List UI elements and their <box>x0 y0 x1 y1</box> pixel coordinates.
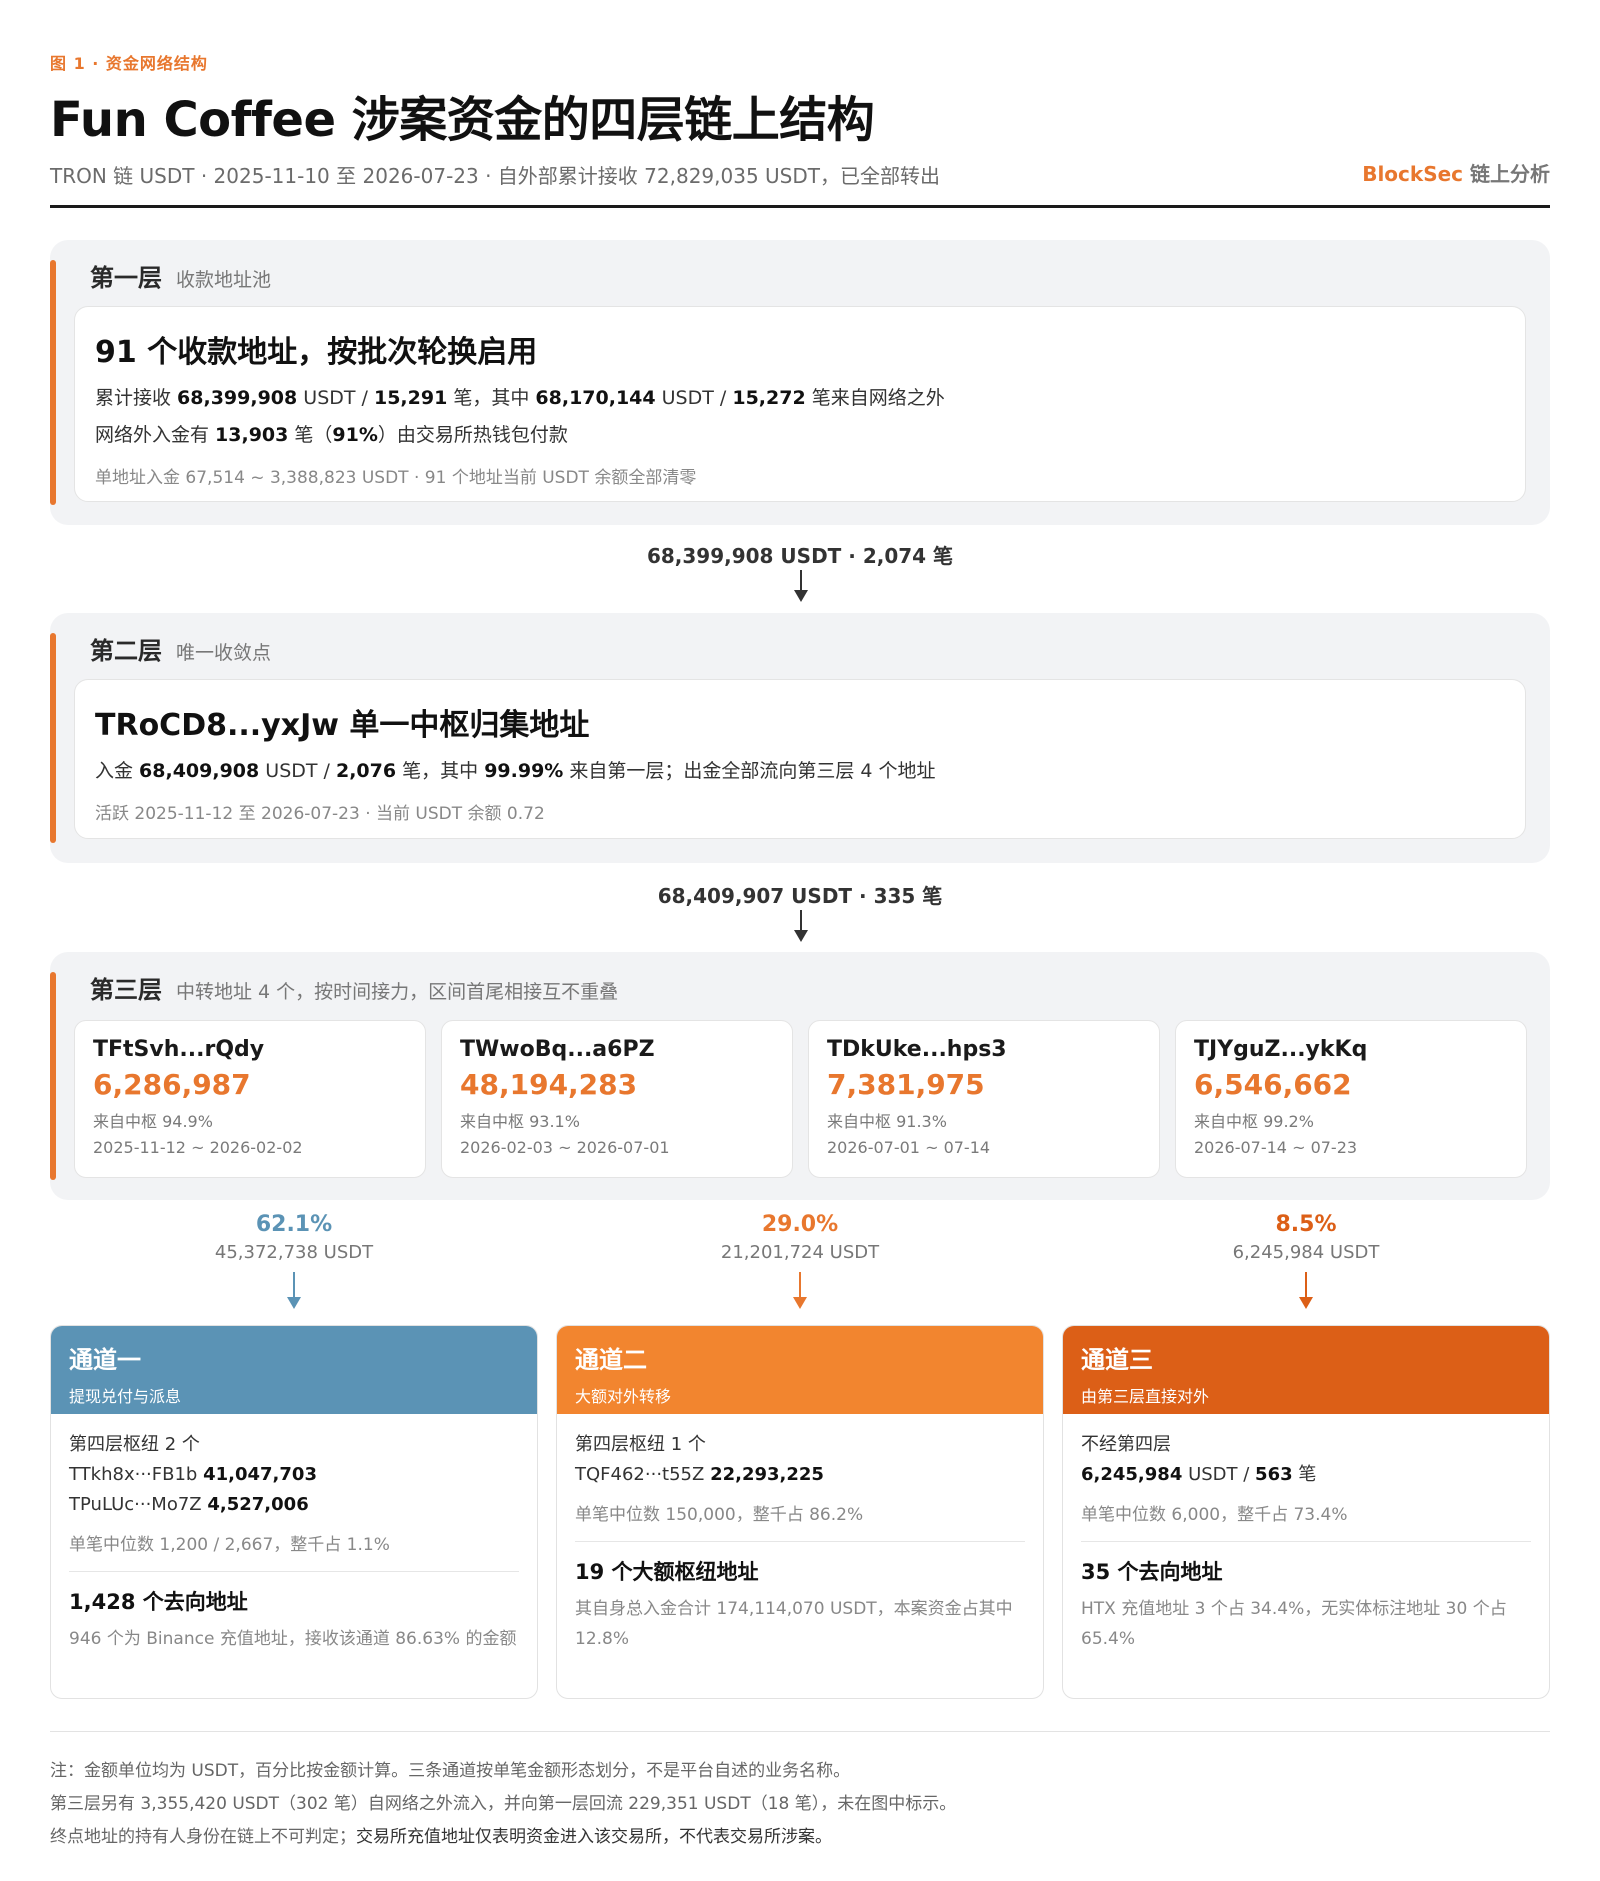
layer-2-panel: 第二层 唯一收敛点 TRoCD8...yxJw 单一中枢归集地址 入金 68,40… <box>50 613 1550 863</box>
split-1-amount: 45,372,738 USDT <box>214 1242 374 1263</box>
channel-1-destinations: 1,428 个去向地址 <box>69 1590 248 1614</box>
relay-period: 2026-02-03 ~ 2026-07-01 <box>460 1138 670 1157</box>
channel-1-desc: 946 个为 Binance 充值地址，接收该通道 86.63% 的金额 <box>69 1629 517 1649</box>
layer-1-line-2: 网络外入金有 13,903 笔（91%）由交易所热钱包付款 <box>95 424 568 446</box>
channel-3-desc: HTX 充值地址 3 个占 34.4%，无实体标注地址 30 个占 65.4% <box>1081 1599 1507 1649</box>
channel-1-hub-count: 第四层枢纽 2 个 <box>69 1434 200 1455</box>
layer-3-desc: 中转地址 4 个，按时间接力，区间首尾相接互不重叠 <box>176 981 619 1003</box>
layer-2-line-1: 入金 68,409,908 USDT / 2,076 笔，其中 99.99% 来… <box>95 760 936 782</box>
split-3-amount: 6,245,984 USDT <box>1232 1242 1380 1263</box>
note-2: 第三层另有 3,355,420 USDT（302 笔）自网络之外流入，并向第一层… <box>50 1794 957 1814</box>
page-title: Fun Coffee 涉案资金的四层链上结构 <box>50 92 875 148</box>
note-3: 终点地址的持有人身份在链上不可判定；交易所充值地址仅表明资金进入该交易所，不代表… <box>50 1827 832 1847</box>
channel-1-header: 通道一 提现兑付与派息 <box>51 1326 537 1414</box>
relay-amount: 6,286,987 <box>93 1068 251 1101</box>
split-2-percent: 29.0% <box>761 1212 839 1237</box>
channel-3-route: 不经第四层 <box>1081 1434 1171 1455</box>
channel-1-hub-row: TTkh8x···FB1b 41,047,703 <box>69 1464 317 1485</box>
relay-address: TWwoBq...a6PZ <box>460 1037 655 1062</box>
channel-2-hub-count: 第四层枢纽 1 个 <box>575 1434 706 1455</box>
channel-2-meta: 单笔中位数 150,000，整千占 86.2% <box>575 1505 864 1525</box>
channel-2-divider <box>575 1541 1025 1542</box>
relay-card: TJYguZ...ykKq 6,546,662 来自中枢 99.2% 2026-0… <box>1175 1020 1527 1178</box>
layer-2-meta: 活跃 2025-11-12 至 2026-07-23 · 当前 USDT 余额 … <box>95 804 545 824</box>
channel-2-hub-row: TQF462···t55Z 22,293,225 <box>575 1464 824 1485</box>
channel-2-desc: 其自身总入金合计 174,114,070 USDT，本案资金占其中 12.8% <box>575 1599 1013 1649</box>
page-subtitle: TRON 链 USDT · 2025-11-10 至 2026-07-23 · … <box>50 164 940 188</box>
layer-2-accent-bar <box>50 633 56 843</box>
brand-suffix: 链上分析 <box>1470 162 1550 186</box>
brand-name: BlockSec <box>1362 162 1464 186</box>
channel-3-card: 通道三 由第三层直接对外 不经第四层 6,245,984 USDT / 563 … <box>1062 1325 1550 1699</box>
channel-1-divider <box>69 1571 519 1572</box>
note-1: 注：金额单位均为 USDT，百分比按金额计算。三条通道按单笔金额形态划分，不是平… <box>50 1761 851 1781</box>
relay-amount: 7,381,975 <box>827 1068 985 1101</box>
relay-amount: 48,194,283 <box>460 1068 638 1101</box>
split-2-arrow <box>793 1272 807 1309</box>
relay-card: TWwoBq...a6PZ 48,194,283 来自中枢 93.1% 2026-… <box>441 1020 793 1178</box>
layer-1-meta: 单地址入金 67,514 ~ 3,388,823 USDT · 91 个地址当前… <box>95 468 697 488</box>
channel-3-divider <box>1081 1541 1531 1542</box>
relay-period: 2026-07-01 ~ 07-14 <box>827 1138 991 1157</box>
relay-amount: 6,546,662 <box>1194 1068 1352 1101</box>
channel-3-header: 通道三 由第三层直接对外 <box>1063 1326 1549 1414</box>
relay-address: TDkUke...hps3 <box>827 1037 1007 1062</box>
layer-1-card-title: 91 个收款地址，按批次轮换启用 <box>95 335 538 370</box>
channel-2-title: 通道二 <box>575 1346 647 1374</box>
channel-2-card: 通道二 大额对外转移 第四层枢纽 1 个 TQF462···t55Z 22,29… <box>556 1325 1044 1699</box>
channel-2-subtitle: 大额对外转移 <box>575 1387 672 1406</box>
channel-2-destinations: 19 个大额枢纽地址 <box>575 1560 759 1584</box>
relay-share: 来自中枢 93.1% <box>460 1112 580 1131</box>
figure-label: 图 1 · 资金网络结构 <box>50 54 208 73</box>
channel-3-subtitle: 由第三层直接对外 <box>1081 1387 1210 1406</box>
channel-3-title: 通道三 <box>1081 1346 1153 1374</box>
channel-1-meta: 单笔中位数 1,200 / 2,667，整千占 1.1% <box>69 1535 390 1555</box>
split-2-amount: 21,201,724 USDT <box>720 1242 880 1263</box>
layer-3-name: 第三层 <box>90 976 162 1004</box>
relay-share: 来自中枢 91.3% <box>827 1112 947 1131</box>
layer-2-card-title: TRoCD8...yxJw 单一中枢归集地址 <box>95 708 590 743</box>
split-3-arrow <box>1299 1272 1313 1309</box>
channel-3-total: 6,245,984 USDT / 563 笔 <box>1081 1464 1317 1485</box>
header-divider <box>50 205 1550 208</box>
split-1-percent: 62.1% <box>255 1212 333 1237</box>
channel-1-card: 通道一 提现兑付与派息 第四层枢纽 2 个 TTkh8x···FB1b 41,0… <box>50 1325 538 1699</box>
channel-1-hub-row: TPuLUc···Mo7Z 4,527,006 <box>69 1494 309 1515</box>
layer-1-name: 第一层 <box>90 264 162 292</box>
layer-1-accent-bar <box>50 260 56 505</box>
layer-2-desc: 唯一收敛点 <box>176 642 272 664</box>
layer-1-line-1: 累计接收 68,399,908 USDT / 15,291 笔，其中 68,17… <box>95 387 945 409</box>
layer-1-card: 91 个收款地址，按批次轮换启用 累计接收 68,399,908 USDT / … <box>74 306 1526 502</box>
layer-2-card: TRoCD8...yxJw 单一中枢归集地址 入金 68,409,908 USD… <box>74 679 1526 839</box>
channel-2-header: 通道二 大额对外转移 <box>557 1326 1043 1414</box>
relay-address: TFtSvh...rQdy <box>93 1037 265 1062</box>
split-1-arrow <box>287 1272 301 1309</box>
relay-period: 2025-11-12 ~ 2026-02-02 <box>93 1138 303 1157</box>
flow-arrow-2 <box>794 910 808 942</box>
brand-label: BlockSec 链上分析 <box>1362 158 1550 187</box>
channel-3-meta: 单笔中位数 6,000，整千占 73.4% <box>1081 1505 1348 1525</box>
flow-arrow-1 <box>794 570 808 602</box>
layer-3-accent-bar <box>50 972 56 1180</box>
layer-1-desc: 收款地址池 <box>176 269 272 291</box>
relay-share: 来自中枢 94.9% <box>93 1112 213 1131</box>
channel-1-title: 通道一 <box>69 1346 141 1374</box>
split-3-percent: 8.5% <box>1275 1212 1337 1237</box>
relay-period: 2026-07-14 ~ 07-23 <box>1194 1138 1358 1157</box>
channel-1-subtitle: 提现兑付与派息 <box>69 1387 182 1406</box>
layer-2-name: 第二层 <box>90 637 162 665</box>
flow-label-2: 68,409,907 USDT · 335 笔 <box>657 884 943 908</box>
relay-share: 来自中枢 99.2% <box>1194 1112 1314 1131</box>
flow-label-1: 68,399,908 USDT · 2,074 笔 <box>646 544 954 568</box>
relay-card: TDkUke...hps3 7,381,975 来自中枢 91.3% 2026-0… <box>808 1020 1160 1178</box>
layer-1-panel: 第一层 收款地址池 91 个收款地址，按批次轮换启用 累计接收 68,399,90… <box>50 240 1550 525</box>
relay-address: TJYguZ...ykKq <box>1194 1037 1368 1062</box>
relay-card: TFtSvh...rQdy 6,286,987 来自中枢 94.9% 2025-1… <box>74 1020 426 1178</box>
channel-3-destinations: 35 个去向地址 <box>1081 1560 1223 1584</box>
notes-divider <box>50 1731 1550 1732</box>
